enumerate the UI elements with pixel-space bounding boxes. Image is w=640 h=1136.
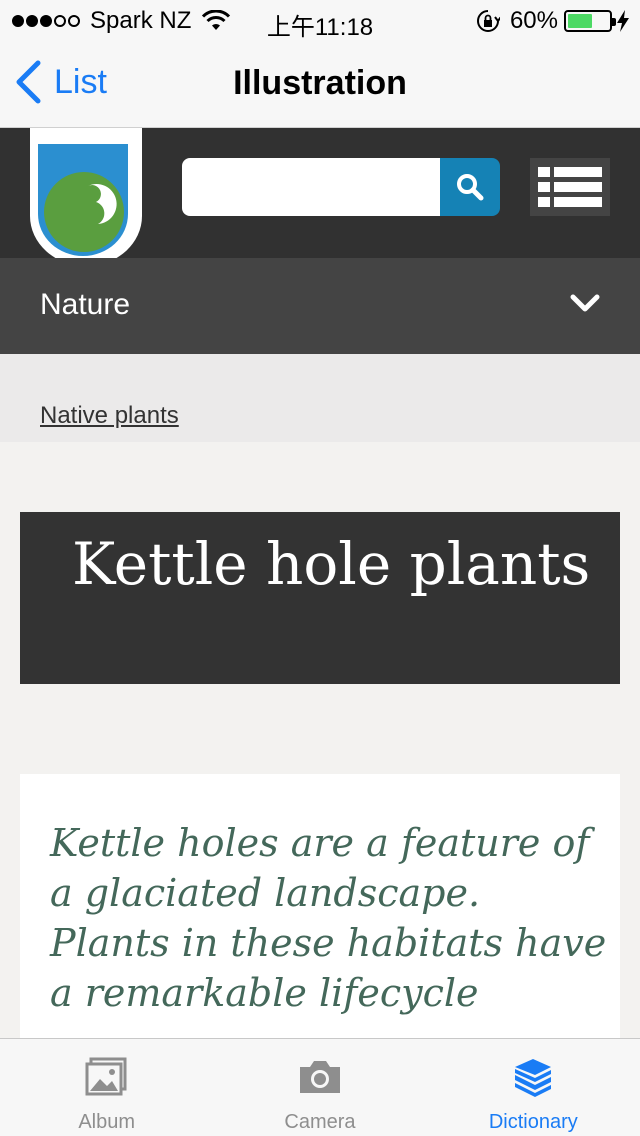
tab-label: Dictionary bbox=[488, 1111, 578, 1133]
dictionary-icon bbox=[515, 1059, 552, 1097]
tab-label: Camera bbox=[284, 1111, 356, 1133]
breadcrumb-link[interactable]: Native plants bbox=[40, 402, 179, 430]
section-label: Nature bbox=[40, 288, 131, 321]
rotation-lock-icon bbox=[476, 10, 500, 32]
search-icon bbox=[457, 174, 484, 201]
tab-album[interactable]: Album bbox=[0, 1039, 213, 1136]
album-icon bbox=[85, 1057, 127, 1096]
charging-bolt-icon bbox=[617, 10, 629, 32]
camera-icon bbox=[299, 1061, 340, 1093]
intro-card: Kettle holes are a feature of a glaciate… bbox=[20, 774, 620, 1074]
battery-percent: 60% bbox=[509, 7, 558, 34]
intro-text: Kettle holes are a feature of a glaciate… bbox=[50, 821, 607, 1015]
battery-icon bbox=[564, 10, 616, 32]
page-title: Kettle hole plants bbox=[72, 530, 591, 598]
chevron-down-icon bbox=[570, 294, 600, 312]
status-bar: Spark NZ 上午11:18 60% bbox=[0, 0, 640, 41]
search-input[interactable] bbox=[182, 158, 444, 216]
status-right: 60% bbox=[476, 7, 630, 35]
search-button[interactable] bbox=[440, 158, 500, 216]
navigation-bar: List Illustration bbox=[0, 40, 640, 128]
breadcrumb: Native plants bbox=[0, 354, 640, 442]
section-dropdown[interactable]: Nature bbox=[0, 258, 640, 354]
logo-icon[interactable] bbox=[28, 128, 144, 266]
menu-icon[interactable] bbox=[530, 158, 610, 216]
tab-camera[interactable]: Camera bbox=[213, 1039, 426, 1136]
title-block: Kettle hole plants bbox=[20, 512, 620, 684]
tab-bar: Album Camera Dictionary bbox=[0, 1038, 640, 1136]
tab-label: Album bbox=[78, 1111, 136, 1133]
site-header bbox=[0, 128, 640, 266]
nav-title: Illustration bbox=[233, 64, 407, 102]
tab-dictionary[interactable]: Dictionary bbox=[427, 1039, 640, 1136]
